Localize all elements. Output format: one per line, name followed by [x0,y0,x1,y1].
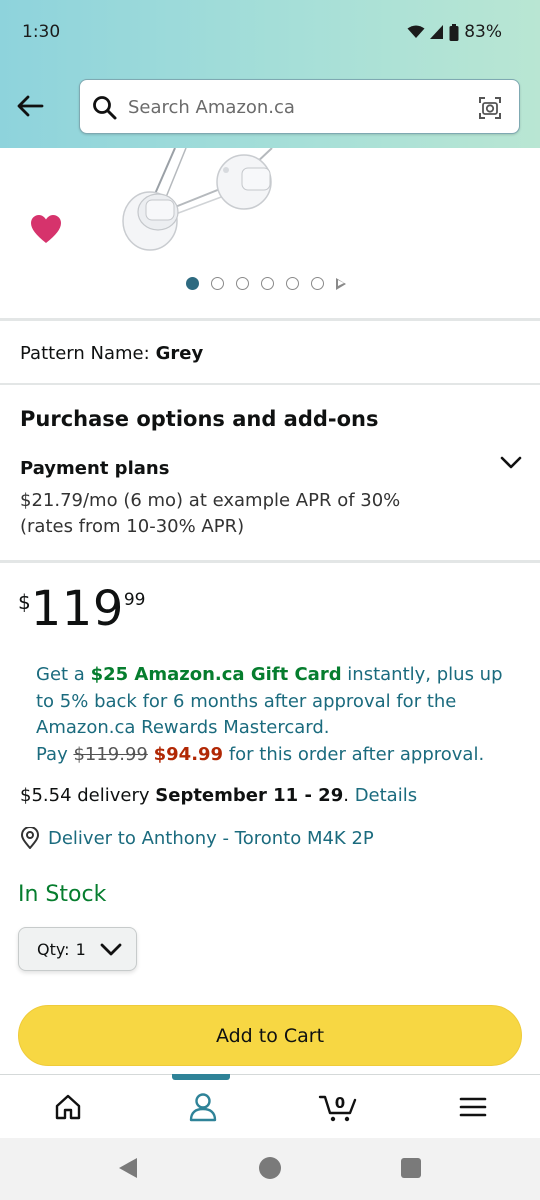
carousel-dot[interactable] [311,277,324,290]
back-arrow-icon [17,95,44,117]
status-time: 1:30 [22,22,61,42]
battery-percent: 83% [464,22,502,42]
wifi-icon [407,25,425,38]
location-pin-icon [20,827,40,849]
bottom-nav: 0 [0,1074,540,1138]
back-button[interactable] [12,88,48,124]
carousel-dot[interactable] [286,277,299,290]
search-input[interactable] [128,91,458,123]
qty-label: Qty: [37,939,70,959]
menu-icon [459,1097,486,1117]
pattern-label: Pattern Name: [20,343,150,364]
deliver-to-link[interactable]: Deliver to Anthony - Toronto M4K 2P [20,827,374,849]
rewards-card-offer[interactable]: Get a $25 Amazon.ca Gift Card instantly,… [36,662,516,768]
section-divider [0,318,540,321]
carousel-dot[interactable] [236,277,249,290]
product-price: $ 119 99 [18,584,146,634]
delivery-details-link[interactable]: Details [355,785,417,806]
app-header: 1:30 83% [0,0,540,148]
payment-plans-title: Payment plans [20,458,170,479]
offer-new-price: $94.99 [153,743,224,765]
carousel-dot[interactable] [186,277,199,290]
stock-status: In Stock [18,882,107,907]
offer-old-price: $119.99 [73,743,148,765]
carousel-dot[interactable] [211,277,224,290]
camera-icon[interactable] [477,95,503,121]
video-play-icon[interactable] [336,277,346,290]
purchase-options-title: Purchase options and add-ons [20,407,379,431]
cart-count: 0 [334,1094,344,1112]
search-icon [93,96,117,120]
payment-plan-rate: $21.79/mo (6 mo) at example APR of 30% [20,490,401,511]
offer-pay-label: Pay [36,743,74,765]
battery-icon [449,23,459,41]
system-nav-bar [0,1138,540,1200]
chevron-down-icon[interactable] [500,450,522,476]
home-icon [55,1094,80,1120]
search-bar[interactable] [79,79,520,134]
nav-account[interactable] [135,1075,270,1139]
chevron-down-icon [100,943,122,956]
nav-menu[interactable] [405,1075,540,1139]
section-divider [0,560,540,563]
delivery-dates: September 11 - 29 [155,785,344,806]
price-whole: 119 [30,581,124,637]
pattern-name: Pattern Name: Grey [20,343,203,364]
offer-gift-card: $25 Amazon.ca Gift Card [90,664,342,685]
account-icon [189,1093,216,1122]
status-indicators: 83% [407,22,502,42]
payment-plan-apr-range: (rates from 10-30% APR) [20,516,245,537]
carousel-dots[interactable] [186,277,346,290]
heart-icon[interactable] [30,214,62,244]
price-currency: $ [18,590,31,614]
quantity-selector[interactable]: Qty: 1 [18,927,137,971]
offer-prefix: Get a [36,664,91,685]
signal-icon [430,25,444,39]
delivery-dot: . [343,785,355,806]
section-divider [0,383,540,385]
carousel-dot[interactable] [261,277,274,290]
cart-icon: 0 [318,1094,356,1122]
delivery-info: $5.54 delivery September 11 - 29. Detail… [20,785,417,806]
price-fraction: 99 [123,590,146,610]
offer-suffix: for this order after approval. [223,743,485,765]
delivery-cost: $5.54 delivery [20,785,156,806]
product-image[interactable] [0,148,540,263]
pattern-value: Grey [155,343,204,364]
system-back-icon[interactable] [117,1156,139,1180]
nav-cart[interactable]: 0 [270,1075,405,1139]
system-home-icon[interactable] [258,1156,282,1180]
nav-home[interactable] [0,1075,135,1139]
add-to-cart-button[interactable]: Add to Cart [18,1005,522,1066]
deliver-to-text: Deliver to Anthony - Toronto M4K 2P [48,827,374,849]
qty-value: 1 [75,939,86,959]
system-recents-icon[interactable] [400,1156,422,1180]
